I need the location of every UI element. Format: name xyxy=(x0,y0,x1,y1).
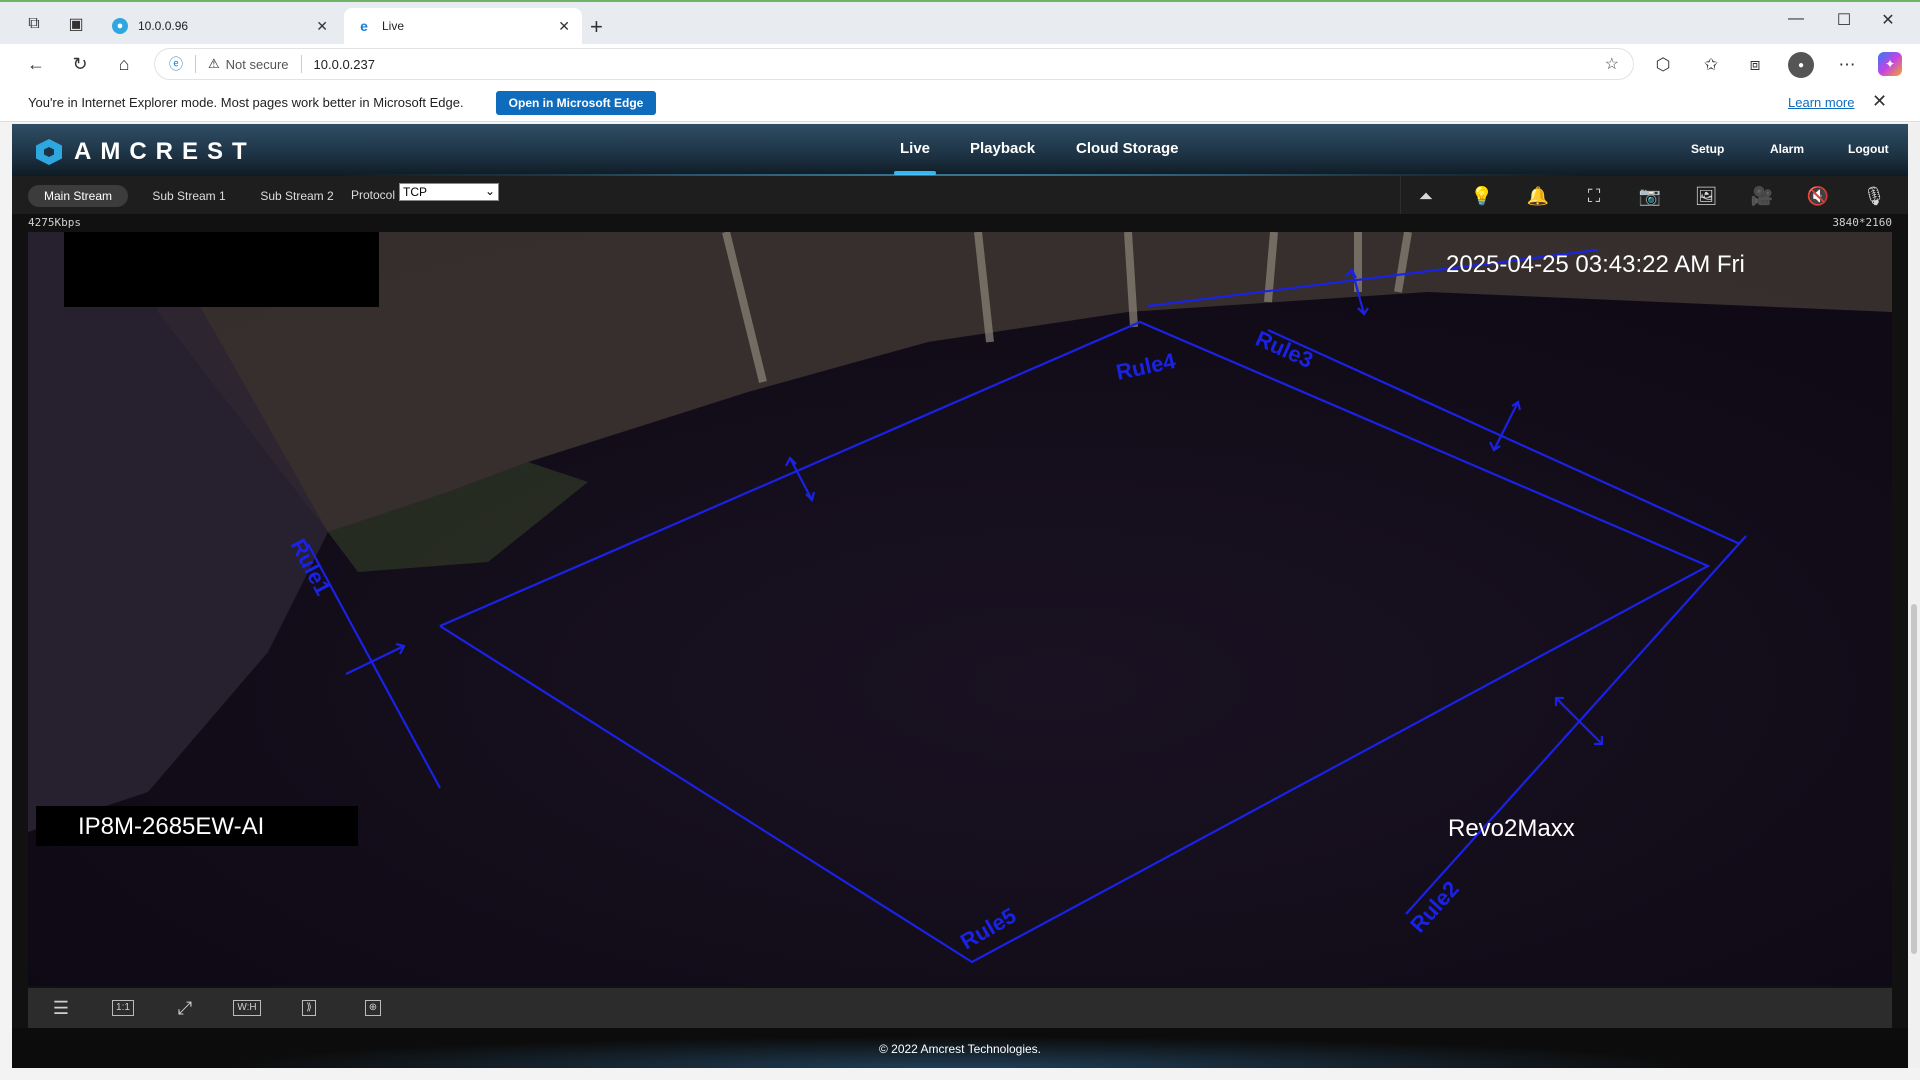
nav-cloud-storage[interactable]: Cloud Storage xyxy=(1076,140,1179,157)
video-frame: Rule1 Rule2 Rule3 Rule4 Rule5 2025-04-25… xyxy=(28,232,1892,986)
learn-more-link[interactable]: Learn more xyxy=(1788,95,1854,110)
tab-title: 10.0.0.96 xyxy=(138,19,189,33)
url-field[interactable]: ⓔ ⚠ Not secure 10.0.0.237 ☆ xyxy=(154,48,1634,80)
osd-timestamp: 2025-04-25 03:43:22 AM Fri xyxy=(1446,251,1745,278)
footer: © 2022 Amcrest Technologies. xyxy=(12,1028,1908,1068)
warning-icon: ⚠ xyxy=(208,56,220,71)
back-icon[interactable]: ← xyxy=(24,52,48,76)
original-size-label: 1:1 xyxy=(112,1000,134,1016)
mute-icon[interactable]: 🔇 xyxy=(1798,184,1838,208)
extensions-icon[interactable]: ⬡ xyxy=(1650,52,1676,78)
tab-actions-icon[interactable]: ▣ xyxy=(64,12,88,36)
video-control-bar: ☰ 1:1 ⤢ W:H ⟫ ⊕ xyxy=(28,988,1892,1028)
address-bar: ← ↻ ⌂ ⓔ ⚠ Not secure 10.0.0.237 ☆ ⬡ ✩ ⧈ … xyxy=(0,44,1920,84)
refresh-icon[interactable]: ↻ xyxy=(68,52,92,76)
resolution-readout: 3840*2160 xyxy=(1832,216,1892,229)
amcrest-favicon-icon: ● xyxy=(112,18,128,34)
brand-name: AMCREST xyxy=(74,138,256,165)
tab-title: Live xyxy=(382,19,405,33)
favorites-icon[interactable]: ✩ xyxy=(1698,52,1724,78)
url-text[interactable]: 10.0.0.237 xyxy=(314,57,375,72)
window-close-icon[interactable]: ✕ xyxy=(1868,10,1908,30)
more-menu-icon[interactable]: ⋯ xyxy=(1834,52,1860,78)
bitrate-readout: 4275Kbps xyxy=(28,216,81,229)
image-icon[interactable]: 🖼 xyxy=(1686,184,1726,208)
nav-live[interactable]: Live xyxy=(893,140,937,175)
chevron-down-icon: ⌄ xyxy=(484,184,495,198)
sub-stream-1-button[interactable]: Sub Stream 1 xyxy=(142,185,236,207)
live-video-view[interactable]: Rule1 Rule2 Rule3 Rule4 Rule5 2025-04-25… xyxy=(28,232,1892,986)
copyright-text: © 2022 Amcrest Technologies. xyxy=(878,1042,1042,1056)
osd-camera-model: IP8M-2685EW-AI xyxy=(78,813,264,840)
siren-icon[interactable]: ⏶ xyxy=(1406,184,1446,208)
nav-playback[interactable]: Playback xyxy=(970,140,1035,157)
bell-icon[interactable]: 🔔 xyxy=(1518,184,1558,208)
scrollbar-thumb[interactable] xyxy=(1911,604,1917,954)
security-label[interactable]: Not secure xyxy=(226,57,289,72)
original-size-icon[interactable]: 1:1 xyxy=(108,996,138,1020)
protocol-label: Protocol xyxy=(351,188,396,202)
amcrest-logo: AMCREST xyxy=(36,138,256,166)
aspect-ratio-icon[interactable]: W:H xyxy=(232,996,262,1020)
record-icon[interactable]: 🎥 xyxy=(1742,184,1782,208)
browser-tab-bar: ⧉ ▣ ● 10.0.0.96 ✕ e Live ✕ + — ☐ ✕ xyxy=(0,0,1920,44)
copilot-icon[interactable]: ✦ xyxy=(1878,52,1902,76)
maximize-icon[interactable]: ☐ xyxy=(1824,10,1864,30)
camera-icon[interactable]: 📷 xyxy=(1630,184,1670,208)
stream-bar: Main Stream Sub Stream 1 Sub Stream 2 Pr… xyxy=(12,176,1908,214)
region-zoom-icon[interactable]: ⛶ xyxy=(1574,184,1614,208)
workspaces-icon[interactable]: ⧉ xyxy=(22,12,46,36)
nav-alarm[interactable]: Alarm xyxy=(1770,142,1804,156)
tab-live[interactable]: e Live ✕ xyxy=(344,8,582,44)
protocol-select[interactable]: TCP ⌄ xyxy=(399,183,499,201)
privacy-mask xyxy=(64,232,379,307)
ie-mode-icon[interactable]: ⓔ xyxy=(169,54,183,74)
open-in-edge-button[interactable]: Open in Microsoft Edge xyxy=(496,91,656,115)
main-stream-button[interactable]: Main Stream xyxy=(28,185,128,207)
logo-hex-icon xyxy=(36,139,62,165)
ivs-rules-icon[interactable]: ⊕ xyxy=(358,996,388,1020)
collections-icon[interactable]: ⧈ xyxy=(1742,52,1768,78)
home-icon[interactable]: ⌂ xyxy=(112,52,136,76)
light-icon[interactable]: 💡 xyxy=(1462,184,1502,208)
nav-setup[interactable]: Setup xyxy=(1691,142,1724,156)
amcrest-app: AMCREST Live Playback Cloud Storage Setu… xyxy=(12,124,1908,1068)
microphone-icon[interactable]: 🎙 xyxy=(1854,184,1894,208)
fluency-icon[interactable]: ⟫ xyxy=(294,996,324,1020)
protocol-value: TCP xyxy=(403,185,427,199)
ie-mode-message: You're in Internet Explorer mode. Most p… xyxy=(28,95,464,110)
osd-channel-name: Revo2Maxx xyxy=(1448,815,1575,842)
ie-favicon-icon: e xyxy=(360,18,368,34)
tab-ip-96[interactable]: ● 10.0.0.96 ✕ xyxy=(100,8,340,44)
profile-avatar[interactable]: ● xyxy=(1788,52,1814,78)
aspect-ratio-label: W:H xyxy=(233,1000,261,1016)
adjust-icon[interactable]: ☰ xyxy=(46,996,76,1020)
close-tab-icon[interactable]: ✕ xyxy=(316,18,328,35)
nav-logout[interactable]: Logout xyxy=(1848,142,1889,156)
fullscreen-icon[interactable]: ⤢ xyxy=(170,996,200,1020)
page-scrollbar[interactable] xyxy=(1908,124,1920,1068)
new-tab-icon[interactable]: + xyxy=(590,14,603,40)
sub-stream-2-button[interactable]: Sub Stream 2 xyxy=(250,185,344,207)
favorite-star-icon[interactable]: ☆ xyxy=(1605,54,1619,74)
close-tab-icon[interactable]: ✕ xyxy=(558,18,570,35)
top-nav: AMCREST Live Playback Cloud Storage Setu… xyxy=(12,124,1908,176)
minimize-icon[interactable]: — xyxy=(1776,10,1816,28)
ie-mode-bar: You're in Internet Explorer mode. Most p… xyxy=(0,84,1920,122)
close-icon[interactable]: ✕ xyxy=(1872,91,1887,112)
